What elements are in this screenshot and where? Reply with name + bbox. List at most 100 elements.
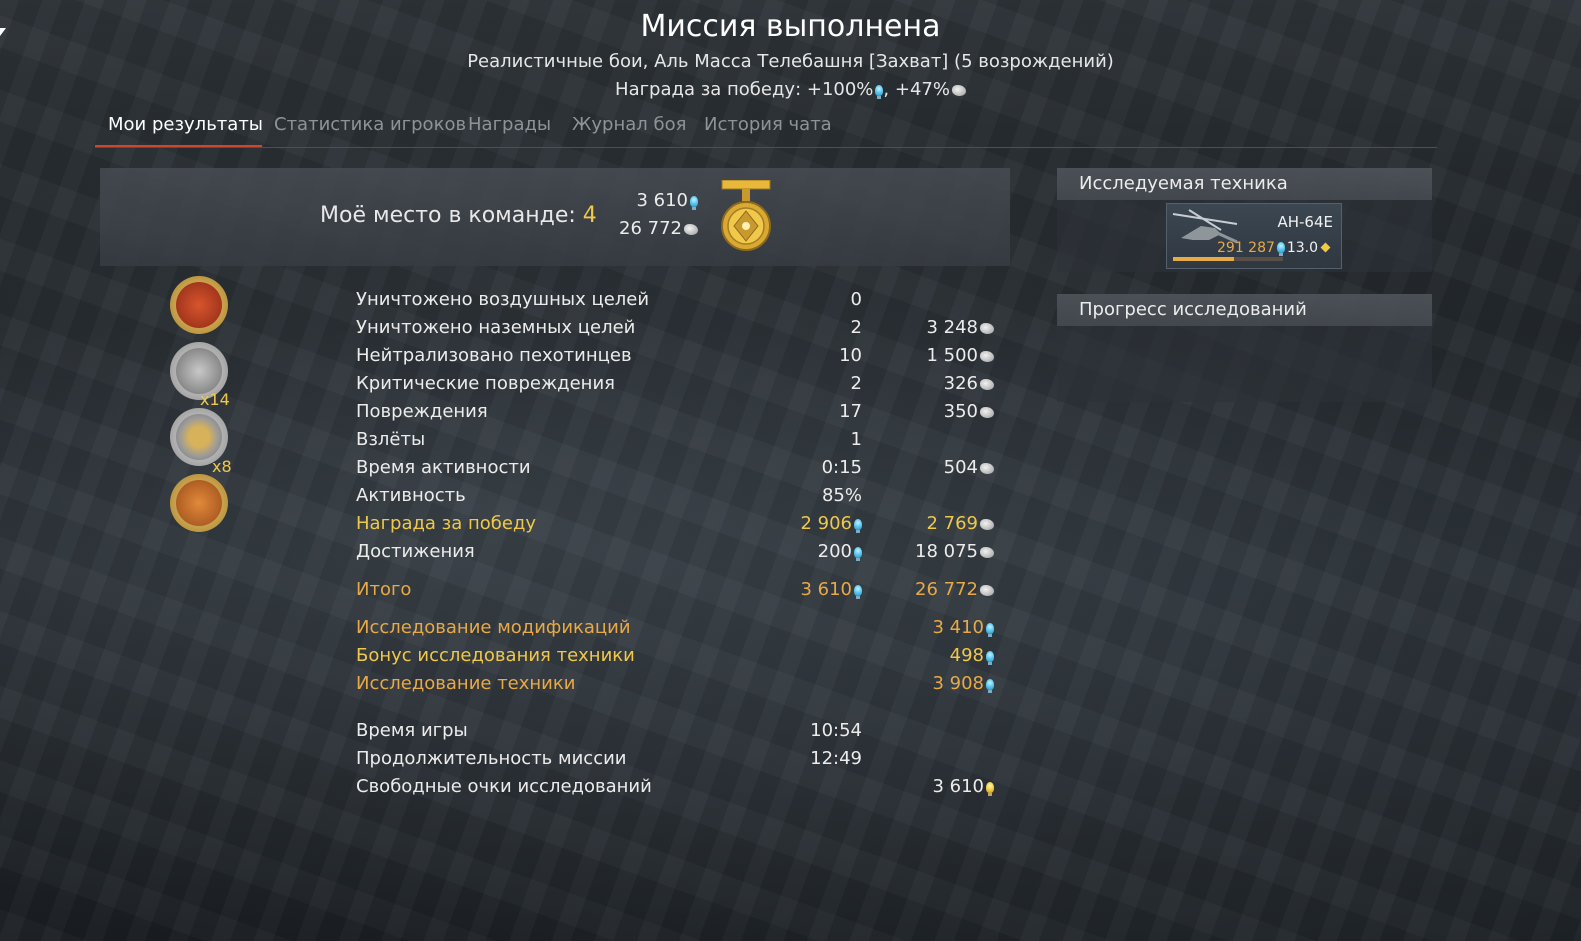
stat-rp: 200 bbox=[818, 541, 862, 562]
stat-label: Нейтрализовано пехотинцев bbox=[356, 345, 632, 366]
free-rp-label: Свободные очки исследований bbox=[356, 776, 652, 797]
tab-my-results[interactable]: Мои результаты bbox=[108, 114, 263, 135]
stat-count: 1 bbox=[850, 429, 862, 450]
research-row: Бонус исследования техники 498 bbox=[356, 643, 1006, 671]
mission-subtitle: Реалистичные бои, Аль Масса Телебашня [З… bbox=[467, 51, 1114, 72]
silver-lions-icon bbox=[980, 351, 994, 362]
silver-lions-icon bbox=[684, 224, 698, 235]
research-points-icon bbox=[854, 585, 862, 599]
stat-sl: 18 075 bbox=[915, 541, 994, 562]
stat-count: 2 bbox=[850, 373, 862, 394]
silver-lions-icon bbox=[980, 463, 994, 474]
badge-multiplier: x8 bbox=[212, 457, 232, 476]
vehicle-research-progress-fill bbox=[1173, 257, 1234, 261]
stat-label: Повреждения bbox=[356, 401, 488, 422]
gold-vehicle-badge-icon[interactable] bbox=[170, 474, 228, 532]
badge-inner bbox=[176, 414, 222, 460]
tab-battle-log[interactable]: Журнал боя bbox=[572, 114, 686, 135]
stat-label: Уничтожено воздушных целей bbox=[356, 289, 650, 310]
stat-row: Время активности 0:15 504 bbox=[356, 455, 1006, 483]
research-value: 3 410 bbox=[932, 617, 994, 638]
research-points-icon bbox=[986, 679, 994, 693]
vehicle-card[interactable]: AH-64E 291 287 13.0 bbox=[1166, 203, 1342, 269]
place-rp-text: 3 610 bbox=[636, 190, 688, 211]
research-points-icon bbox=[854, 519, 862, 533]
research-progress-header: Прогресс исследований bbox=[1057, 294, 1432, 326]
silver-lions-icon bbox=[951, 85, 966, 96]
vehicle-name: AH-64E bbox=[1277, 213, 1333, 231]
tab-chat-history[interactable]: История чата bbox=[704, 114, 832, 135]
gold-medal-icon bbox=[721, 180, 771, 251]
research-value-text: 3 908 bbox=[932, 673, 984, 694]
tab-rewards[interactable]: Награды bbox=[468, 114, 551, 135]
stat-label: Взлёты bbox=[356, 429, 426, 450]
stat-sl-text: 1 500 bbox=[926, 345, 978, 366]
vehicle-research-progress bbox=[1173, 257, 1283, 261]
stat-label: Время активности bbox=[356, 457, 531, 478]
stat-label: Достижения bbox=[356, 541, 475, 562]
stat-sl: 3 248 bbox=[926, 317, 994, 338]
stat-sl: 504 bbox=[944, 457, 994, 478]
stat-sl: 1 500 bbox=[926, 345, 994, 366]
stat-sl-text: 504 bbox=[943, 457, 978, 478]
free-rp-row: Свободные очки исследований 3 610 bbox=[356, 774, 1006, 802]
research-value-text: 3 410 bbox=[932, 617, 984, 638]
tab-player-stats[interactable]: Статистика игроков bbox=[274, 114, 466, 135]
stat-count: 2 bbox=[850, 317, 862, 338]
badge-inner bbox=[176, 348, 222, 394]
stat-row: Нейтрализовано пехотинцев 10 1 500 bbox=[356, 343, 1006, 371]
red-award-badge-icon[interactable] bbox=[170, 276, 228, 334]
stat-sl-text: 2 769 bbox=[926, 513, 978, 534]
tab-bar: Мои результаты Статистика игроков Наград… bbox=[95, 110, 1437, 148]
time-row: Продолжительность миссии 12:49 bbox=[356, 746, 1006, 774]
time-value: 10:54 bbox=[810, 720, 862, 741]
silver-lions-icon bbox=[980, 323, 994, 334]
vehicle-rp-text: 291 287 bbox=[1217, 240, 1275, 256]
active-tab-indicator bbox=[95, 145, 262, 147]
silver-lions-icon bbox=[980, 519, 994, 530]
researched-vehicle-header: Исследуемая техника bbox=[1057, 168, 1432, 200]
stat-sl-text: 3 248 bbox=[926, 317, 978, 338]
stat-sl: 350 bbox=[944, 401, 994, 422]
total-rp-text: 3 610 bbox=[800, 579, 852, 600]
stat-sl: 326 bbox=[944, 373, 994, 394]
stat-sl: 2 769 bbox=[926, 513, 994, 534]
results-table: Уничтожено воздушных целей 0 Уничтожено н… bbox=[356, 287, 1006, 802]
stat-sl-text: 350 bbox=[943, 401, 978, 422]
place-sl-value: 26 772 bbox=[619, 218, 698, 239]
time-label: Время игры bbox=[356, 720, 468, 741]
stat-row: Достижения 200 18 075 bbox=[356, 539, 1006, 567]
badge-inner bbox=[176, 282, 222, 328]
team-place-panel: Моё место в команде: 4 3 610 26 772 bbox=[100, 168, 1010, 266]
stat-label: Уничтожено наземных целей bbox=[356, 317, 636, 338]
research-label: Исследование техники bbox=[356, 673, 576, 694]
badge-inner bbox=[176, 480, 222, 526]
research-label: Бонус исследования техники bbox=[356, 645, 635, 666]
stat-label: Награда за победу bbox=[356, 513, 537, 534]
team-place-value: 4 bbox=[582, 203, 597, 228]
badge-multiplier: x14 bbox=[200, 390, 230, 409]
reward-middle: , +47% bbox=[883, 79, 950, 100]
time-row: Время игры 10:54 bbox=[356, 718, 1006, 746]
research-row: Исследование техники 3 908 bbox=[356, 671, 1006, 699]
victory-reward-line: Награда за победу: +100% , +47% bbox=[0, 79, 1581, 100]
vehicle-br-text: 13.0 bbox=[1286, 240, 1318, 256]
stat-row: Уничтожено воздушных целей 0 bbox=[356, 287, 1006, 315]
time-value: 12:49 bbox=[810, 748, 862, 769]
place-rp-value: 3 610 bbox=[636, 190, 698, 211]
vehicle-battle-rating: 13.0 bbox=[1286, 240, 1331, 256]
vehicle-rp: 291 287 bbox=[1217, 240, 1285, 256]
stat-label: Критические повреждения bbox=[356, 373, 615, 394]
stat-row: Взлёты 1 bbox=[356, 427, 1006, 455]
stat-count: 10 bbox=[839, 345, 862, 366]
stat-sl-text: 18 075 bbox=[915, 541, 978, 562]
silver-lions-icon bbox=[980, 407, 994, 418]
time-label: Продолжительность миссии bbox=[356, 748, 627, 769]
research-value-text: 498 bbox=[949, 645, 984, 666]
stat-count: 17 bbox=[839, 401, 862, 422]
stat-sl-text: 326 bbox=[943, 373, 978, 394]
badge-multiplier-text: x14 bbox=[200, 390, 230, 409]
research-value: 3 908 bbox=[932, 673, 994, 694]
team-place-label: Моё место в команде: 4 bbox=[320, 203, 597, 228]
stat-rp-text: 2 906 bbox=[800, 513, 852, 534]
